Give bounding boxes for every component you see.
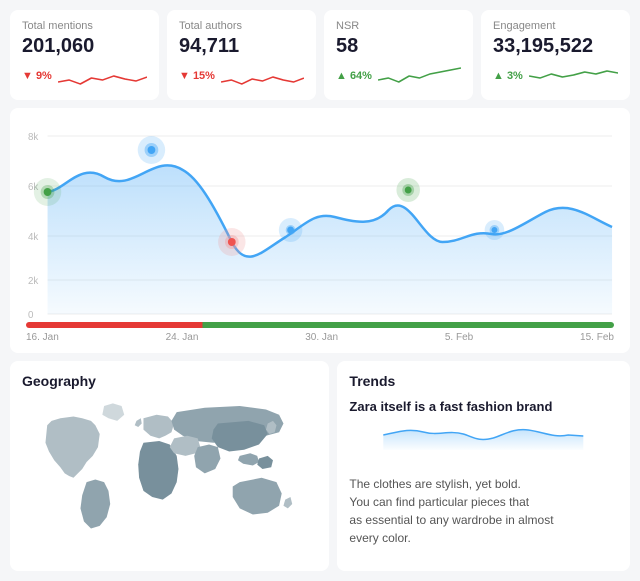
date-label-2: 24. Jan — [166, 332, 199, 343]
date-label-1: 16. Jan — [26, 332, 59, 343]
card-bottom: ▼ 15% — [179, 62, 304, 90]
card-value: 33,195,522 — [493, 34, 618, 58]
date-label-4: 5. Feb — [445, 332, 473, 343]
card-sparkline — [378, 62, 461, 90]
date-label-5: 15. Feb — [580, 332, 614, 343]
chart-card: 8k 6k 4k 2k 0 — [10, 108, 630, 353]
svg-text:2k: 2k — [28, 276, 38, 287]
svg-text:8k: 8k — [28, 132, 38, 143]
main-chart: 8k 6k 4k 2k 0 — [26, 122, 614, 322]
card-sparkline — [221, 62, 304, 90]
date-label-3: 30. Jan — [305, 332, 338, 343]
card-change: ▲ 3% — [493, 70, 523, 82]
card-label: Total authors — [179, 20, 304, 32]
card-bottom: ▲ 3% — [493, 62, 618, 90]
card-sparkline — [58, 62, 147, 90]
svg-text:4k: 4k — [28, 232, 38, 243]
trends-title: Trends — [349, 373, 618, 389]
card-nsr: NSR 58 ▲ 64% — [324, 10, 473, 100]
trend-sparkline-1 — [349, 420, 618, 450]
svg-text:0: 0 — [28, 310, 34, 321]
card-change: ▼ 15% — [179, 70, 215, 82]
card-value: 94,711 — [179, 34, 304, 58]
trend-description: The clothes are stylish, yet bold.You ca… — [349, 475, 618, 547]
geography-card: Geography — [10, 361, 329, 571]
trend-title-1: Zara itself is a fast fashion brand — [349, 399, 618, 414]
card-value: 201,060 — [22, 34, 147, 58]
card-label: NSR — [336, 20, 461, 32]
card-total-mentions: Total mentions 201,060 ▼ 9% — [10, 10, 159, 100]
chart-dates: 16. Jan 24. Jan 30. Jan 5. Feb 15. Feb — [26, 328, 614, 343]
card-sparkline — [529, 62, 618, 90]
trend-item-1: Zara itself is a fast fashion brand — [349, 399, 618, 463]
trends-card: Trends Zara itself is a fast fashion bra… — [337, 361, 630, 571]
card-engagement: Engagement 33,195,522 ▲ 3% — [481, 10, 630, 100]
card-change: ▼ 9% — [22, 70, 52, 82]
card-value: 58 — [336, 34, 461, 58]
card-label: Total mentions — [22, 20, 147, 32]
geography-title: Geography — [22, 373, 317, 389]
card-bottom: ▲ 64% — [336, 62, 461, 90]
card-label: Engagement — [493, 20, 618, 32]
bottom-section: Geography — [0, 361, 640, 581]
top-cards-container: Total mentions 201,060 ▼ 9% Total author… — [0, 0, 640, 108]
trend-item-2: The clothes are stylish, yet bold.You ca… — [349, 475, 618, 547]
chart-area: 8k 6k 4k 2k 0 — [26, 122, 614, 322]
card-change: ▲ 64% — [336, 70, 372, 82]
card-total-authors: Total authors 94,711 ▼ 15% — [167, 10, 316, 100]
world-map-svg — [22, 399, 317, 539]
card-bottom: ▼ 9% — [22, 62, 147, 90]
